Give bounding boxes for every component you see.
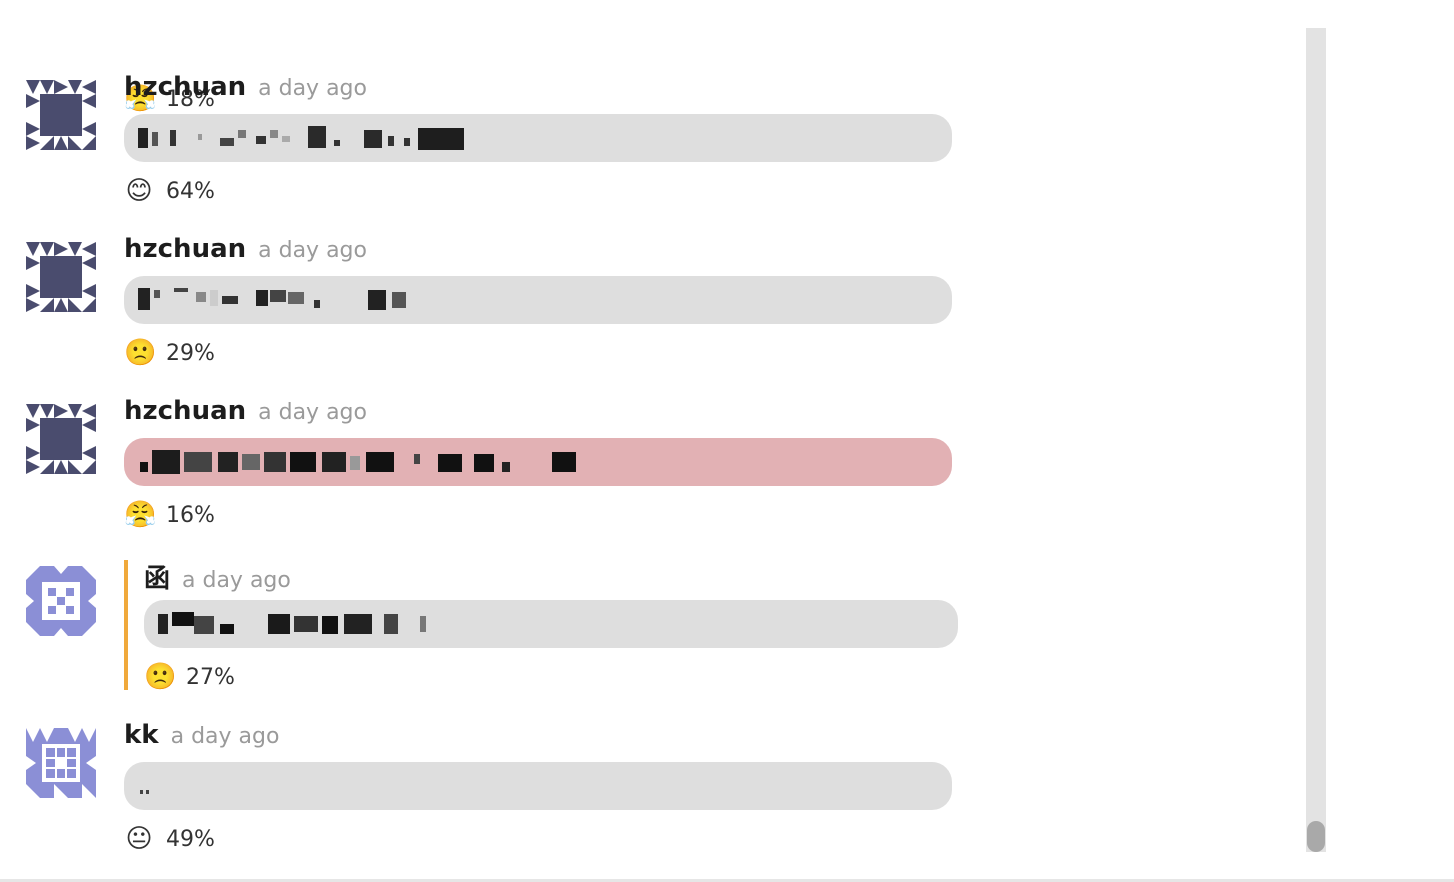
message-bubble[interactable] (124, 438, 952, 486)
message-body: 函 a day ago 🙁 27% (144, 558, 984, 692)
message-body: hzchuan a day ago (124, 234, 964, 368)
sentiment-row: 😐 49% (124, 824, 215, 854)
message-item: hzchuan a day ago (0, 324, 1300, 530)
timestamp: a day ago (258, 76, 367, 101)
redacted-message-text (140, 450, 576, 474)
message-header: hzchuan a day ago (124, 234, 964, 270)
message-body: kk a day ago 😐 49% (124, 720, 964, 854)
username[interactable]: hzchuan (124, 234, 246, 264)
username[interactable]: hzchuan (124, 396, 246, 426)
message-item: hzchuan a day ago (0, 162, 1300, 368)
timestamp: a day ago (258, 400, 367, 425)
avatar[interactable] (26, 80, 96, 150)
avatar[interactable] (26, 404, 96, 474)
timestamp: a day ago (182, 568, 291, 593)
message-bubble[interactable] (144, 600, 958, 648)
avatar[interactable] (26, 242, 96, 312)
message-header: hzchuan a day ago (124, 72, 964, 108)
username[interactable]: kk (124, 720, 159, 750)
avatar[interactable] (26, 728, 96, 798)
username[interactable]: hzchuan (124, 72, 246, 102)
avatar[interactable] (26, 566, 96, 636)
scrollbar-track[interactable] (1306, 28, 1326, 852)
redacted-message-text (158, 612, 426, 634)
message-item: kk a day ago 😐 49% (0, 648, 1300, 854)
redacted-message-text (138, 288, 406, 310)
message-header: 函 a day ago (144, 558, 984, 594)
message-item: 函 a day ago 🙁 27% (0, 486, 1300, 692)
message-header: hzchuan a day ago (124, 396, 964, 432)
message-body: hzchuan a day ago (124, 396, 964, 530)
sentiment-percent: 49% (166, 826, 215, 852)
timestamp: a day ago (258, 238, 367, 263)
username[interactable]: 函 (144, 558, 170, 595)
message-bubble[interactable] (124, 762, 952, 810)
message-item: hzchuan a day ago (0, 0, 1300, 206)
timestamp: a day ago (170, 724, 280, 749)
redacted-message-text (140, 790, 149, 794)
message-bubble[interactable] (124, 276, 952, 324)
message-body: hzchuan a day ago (124, 72, 964, 206)
neutral-face-icon: 😐 (125, 824, 153, 854)
message-header: kk a day ago (124, 720, 964, 756)
redacted-message-text (138, 126, 464, 150)
scrollbar-thumb[interactable] (1307, 821, 1325, 852)
message-list: 😤 18% hzchuan a day ago 😊 64% hzchuan a … (0, 0, 1454, 880)
message-bubble[interactable] (124, 114, 952, 162)
